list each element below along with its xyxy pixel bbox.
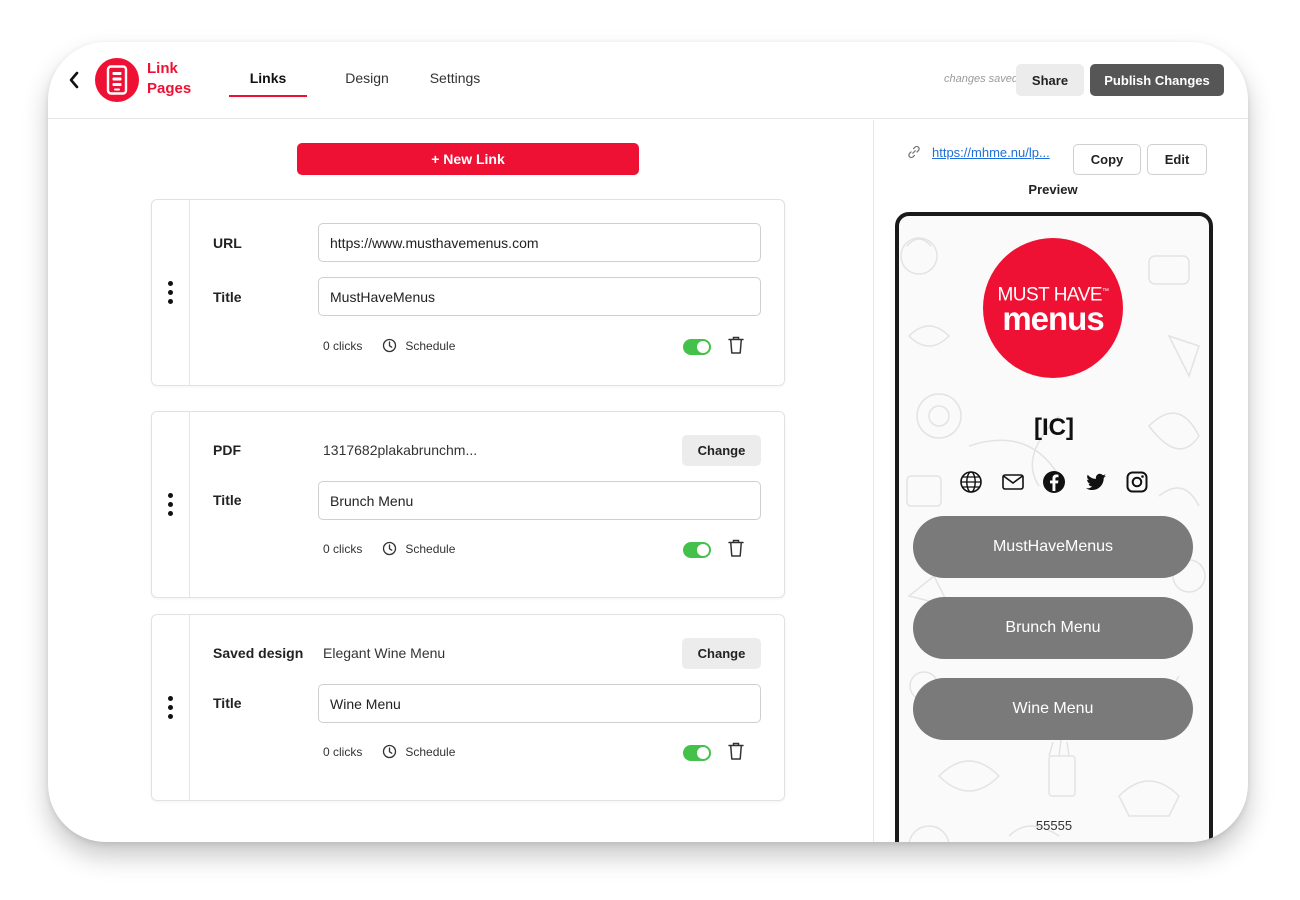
trash-icon[interactable] — [727, 335, 745, 355]
change-design-button[interactable]: Change — [682, 638, 761, 669]
link-meta: 0 clicks Schedule — [323, 744, 455, 759]
link-enabled-toggle[interactable] — [683, 339, 711, 355]
link-enabled-toggle[interactable] — [683, 542, 711, 558]
click-count: 0 clicks — [323, 744, 363, 759]
phone-preview: MUST HAVE™ menus [IC] MustHaveMenus Brun… — [895, 212, 1213, 842]
social-icons — [959, 470, 1149, 494]
preview-footer-text: 55555 — [1035, 818, 1073, 833]
app-name: Link Pages — [147, 60, 192, 97]
preview-panel: https://mhme.nu/lp... Copy Edit Preview — [873, 120, 1248, 842]
page-url-row: https://mhme.nu/lp... — [906, 144, 1067, 160]
schedule-label: Schedule — [405, 744, 456, 759]
drag-handle-icon[interactable] — [152, 200, 190, 385]
click-count: 0 clicks — [323, 541, 363, 556]
link-card: Saved design Elegant Wine Menu Change Ti… — [151, 614, 785, 801]
preview-link-button[interactable]: MustHaveMenus — [913, 516, 1193, 578]
tab-settings[interactable]: Settings — [415, 42, 495, 119]
title-label: Title — [213, 695, 242, 711]
instagram-icon[interactable] — [1125, 470, 1149, 494]
schedule-label: Schedule — [405, 338, 456, 353]
logo-text-bottom: menus — [1002, 300, 1104, 338]
clock-icon — [383, 744, 397, 759]
facebook-icon[interactable] — [1042, 470, 1066, 494]
drag-handle-icon[interactable] — [152, 615, 190, 800]
title-input[interactable] — [318, 277, 761, 316]
musthavemenus-logo: MUST HAVE™ menus — [983, 238, 1123, 378]
copy-url-button[interactable]: Copy — [1073, 144, 1141, 175]
link-meta: 0 clicks Schedule — [323, 338, 455, 353]
preview-heading: Preview — [1028, 182, 1078, 197]
link-card: PDF 1317682plakabrunchm... Change Title … — [151, 411, 785, 598]
url-label: URL — [213, 235, 242, 251]
trash-icon[interactable] — [727, 741, 745, 761]
tab-links[interactable]: Links — [229, 42, 307, 119]
page-url-link[interactable]: https://mhme.nu/lp... — [932, 145, 1067, 160]
link-card: URL Title 0 clicks Schedule — [151, 199, 785, 386]
title-input[interactable] — [318, 481, 761, 520]
share-button[interactable]: Share — [1016, 64, 1084, 96]
new-link-button[interactable]: + New Link — [297, 143, 639, 175]
schedule-button[interactable]: Schedule — [382, 541, 455, 556]
saved-design-label: Saved design — [213, 645, 304, 661]
back-icon[interactable] — [64, 66, 84, 94]
url-input[interactable] — [318, 223, 761, 262]
clock-icon — [383, 541, 397, 556]
links-editor: + New Link URL Title 0 clicks Schedule — [48, 120, 873, 842]
change-pdf-button[interactable]: Change — [682, 435, 761, 466]
link-icon — [908, 145, 920, 159]
saved-design-name: Elegant Wine Menu — [323, 645, 446, 661]
publish-changes-button[interactable]: Publish Changes — [1090, 64, 1224, 96]
pdf-filename: 1317682plakabrunchm... — [323, 442, 478, 458]
schedule-button[interactable]: Schedule — [382, 744, 455, 759]
preview-link-button[interactable]: Brunch Menu — [913, 597, 1193, 659]
save-status: changes saved — [944, 73, 1018, 85]
link-meta: 0 clicks Schedule — [323, 541, 455, 556]
schedule-button[interactable]: Schedule — [382, 338, 455, 353]
title-input[interactable] — [318, 684, 761, 723]
schedule-label: Schedule — [405, 541, 456, 556]
globe-icon[interactable] — [959, 470, 983, 494]
twitter-icon[interactable] — [1084, 470, 1108, 494]
pdf-label: PDF — [213, 442, 241, 458]
title-label: Title — [213, 289, 242, 305]
profile-name: [IC] — [1034, 414, 1074, 441]
drag-handle-icon[interactable] — [152, 412, 190, 597]
tab-design[interactable]: Design — [319, 42, 415, 119]
main-tabs: Links Design Settings — [229, 42, 495, 119]
mail-icon[interactable] — [1001, 470, 1025, 494]
click-count: 0 clicks — [323, 338, 363, 353]
top-bar: Link Pages Links Design Settings changes… — [48, 42, 1248, 119]
clock-icon — [383, 338, 397, 353]
link-enabled-toggle[interactable] — [683, 745, 711, 761]
trash-icon[interactable] — [727, 538, 745, 558]
title-label: Title — [213, 492, 242, 508]
edit-url-button[interactable]: Edit — [1147, 144, 1207, 175]
preview-link-button[interactable]: Wine Menu — [913, 678, 1193, 740]
link-pages-logo-icon — [95, 58, 139, 102]
app-window: Link Pages Links Design Settings changes… — [48, 42, 1248, 842]
